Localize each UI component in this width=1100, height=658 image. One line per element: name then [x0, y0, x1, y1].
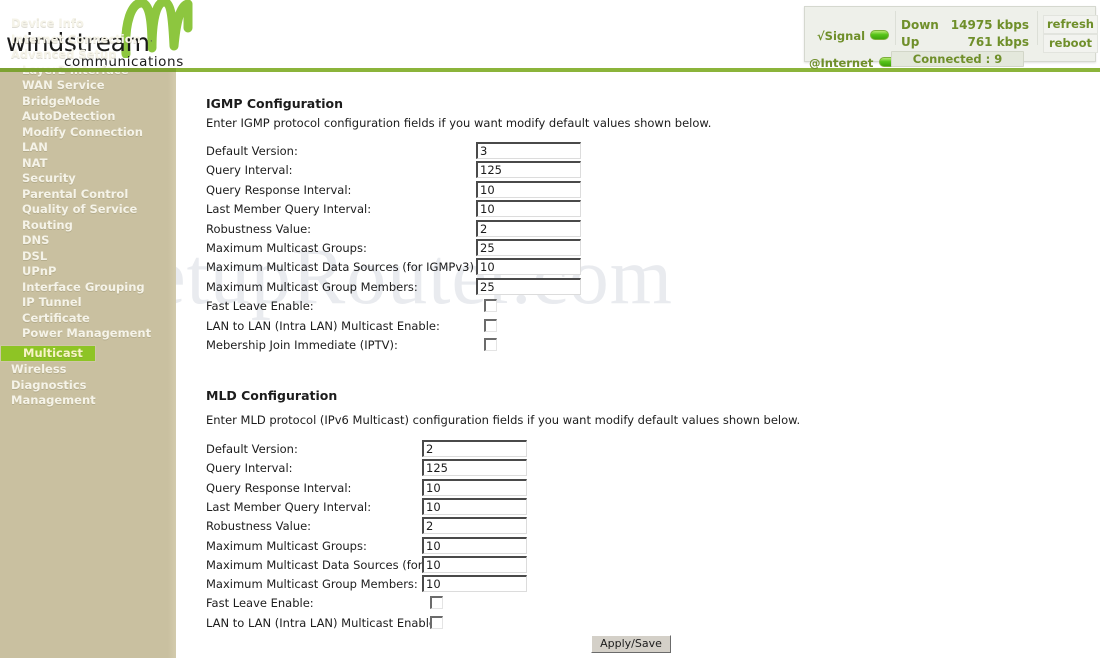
sidebar-item-device-info[interactable]: Device Info	[0, 16, 176, 32]
sidebar-item-management[interactable]: Management	[0, 393, 176, 409]
igmp-input-maximum-multicast-data-sources-for-igmpv3-1-24[interactable]	[476, 258, 581, 276]
sidebar-item-lan[interactable]: LAN	[0, 140, 176, 156]
field-label: Fast Leave Enable:	[206, 299, 314, 314]
apply-save-button[interactable]: Apply/Save	[591, 635, 671, 653]
sidebar-item-upnp[interactable]: UPnP	[0, 264, 176, 280]
igmp-input-robustness-value[interactable]	[476, 219, 581, 237]
sidebar-item-dsl[interactable]: DSL	[0, 249, 176, 265]
status-divider-2	[1037, 11, 1038, 45]
throughput-rates: Down 14975 kbps Up 761 kbps	[901, 17, 1029, 51]
mld-input-maximum-multicast-groups[interactable]	[422, 536, 527, 554]
field-label: Last Member Query Interval:	[206, 202, 372, 217]
mld-input-default-version[interactable]	[422, 440, 527, 457]
signal-led-icon	[870, 29, 890, 40]
field-label: Robustness Value:	[206, 519, 312, 534]
sidebar-item-autodetection[interactable]: AutoDetection	[0, 109, 176, 125]
igmp-input-query-interval[interactable]	[476, 161, 581, 179]
field-label: Default Version:	[206, 442, 298, 456]
sidebar-item-ip-tunnel[interactable]: IP Tunnel	[0, 295, 176, 311]
field-label: LAN to LAN (Intra LAN) Multicast Enable:	[206, 318, 440, 333]
downstream-label: Down	[901, 18, 939, 32]
upstream-rate-row: Up 761 kbps	[901, 34, 1029, 51]
igmp-checkbox-fast-leave-enable[interactable]	[484, 299, 497, 313]
field-label: LAN to LAN (Intra LAN) Multicast Enable:	[206, 615, 440, 630]
main-content: IGMP Configuration Enter IGMP protocol c…	[176, 72, 1100, 658]
sidebar-item-parental-control[interactable]: Parental Control	[0, 187, 176, 203]
upstream-value: 761 kbps	[967, 35, 1029, 49]
igmp-section-title: IGMP Configuration	[206, 96, 343, 111]
igmp-checkbox-mebership-join-immediate-iptv[interactable]	[484, 338, 497, 351]
upstream-label: Up	[901, 35, 920, 49]
igmp-input-maximum-multicast-groups[interactable]	[476, 239, 581, 256]
field-label: Default Version:	[206, 144, 298, 158]
mld-input-query-response-interval[interactable]	[422, 478, 527, 496]
signal-status: √Signal	[817, 25, 890, 44]
sidebar-nav: Device Info Internet Connection Advanced S…	[0, 16, 176, 409]
sidebar-item-advanced-setup[interactable]: Advanced Setup	[0, 47, 176, 63]
sidebar-item-nat[interactable]: NAT	[0, 156, 176, 172]
igmp-section-description: Enter IGMP protocol configuration fields…	[206, 116, 712, 130]
field-label: Maximum Multicast Groups:	[206, 241, 367, 255]
sidebar-item-wireless[interactable]: Wireless	[0, 362, 176, 378]
header-divider-shade	[0, 68, 176, 72]
field-label: Maximum Multicast Group Members:	[206, 279, 418, 294]
mld-input-query-interval[interactable]	[422, 459, 527, 477]
igmp-checkbox-lan-to-lan-intra-lan-multicast-enable[interactable]	[484, 318, 497, 332]
mld-input-maximum-multicast-group-members[interactable]	[422, 575, 527, 593]
igmp-input-maximum-multicast-group-members[interactable]	[476, 277, 581, 295]
field-label: Query Response Interval:	[206, 480, 352, 495]
sidebar-item-interface-grouping[interactable]: Interface Grouping	[0, 280, 176, 296]
sidebar-item-security[interactable]: Security	[0, 171, 176, 187]
sidebar-item-certificate[interactable]: Certificate	[0, 311, 176, 327]
field-label: Robustness Value:	[206, 221, 312, 236]
router-admin-page: setupRouter.com windstream. communicatio…	[0, 0, 1100, 658]
sidebar-item-quality-of-service[interactable]: Quality of Service	[0, 202, 176, 218]
sidebar-item-routing[interactable]: Routing	[0, 218, 176, 234]
mld-checkbox-fast-leave-enable[interactable]	[430, 596, 443, 610]
field-label: Query Interval:	[206, 461, 293, 476]
mld-input-maximum-multicast-data-sources-for-mldv3[interactable]	[422, 555, 527, 573]
sidebar-item-dns[interactable]: DNS	[0, 233, 176, 249]
field-label: Fast Leave Enable:	[206, 596, 314, 611]
connection-status-badge: Connected : 9	[891, 51, 1024, 67]
sidebar-item-bridgemode[interactable]: BridgeMode	[0, 94, 176, 110]
status-divider-1	[895, 11, 896, 45]
status-panel: √Signal @Internet Down 14975 kbps Up 761…	[804, 6, 1098, 70]
internet-status: @Internet	[809, 52, 898, 71]
refresh-button[interactable]: refresh	[1043, 15, 1098, 34]
sidebar-item-diagnostics[interactable]: Diagnostics	[0, 378, 176, 394]
mld-input-last-member-query-interval[interactable]	[422, 497, 527, 515]
field-label: Query Response Interval:	[206, 182, 352, 197]
sidebar-item-multicast[interactable]: Multicast	[0, 344, 96, 362]
field-label: Query Interval:	[206, 163, 293, 178]
igmp-input-default-version[interactable]	[476, 142, 581, 159]
reboot-button[interactable]: reboot	[1043, 34, 1098, 53]
downstream-rate-row: Down 14975 kbps	[901, 17, 1029, 34]
field-label: Last Member Query Interval:	[206, 499, 372, 514]
igmp-input-last-member-query-interval[interactable]	[476, 200, 581, 218]
field-label: Mebership Join Immediate (IPTV):	[206, 338, 398, 352]
mld-section-title: MLD Configuration	[206, 388, 338, 403]
sidebar-item-power-management[interactable]: Power Management	[0, 326, 176, 342]
mld-checkbox-lan-to-lan-intra-lan-multicast-enable[interactable]	[430, 615, 443, 629]
sidebar-item-wan-service[interactable]: WAN Service	[0, 78, 176, 94]
status-panel-tail	[195, 40, 300, 62]
mld-input-robustness-value[interactable]	[422, 517, 527, 535]
sidebar-item-internet-connection[interactable]: Internet Connection	[0, 32, 176, 48]
downstream-value: 14975 kbps	[950, 18, 1029, 32]
field-label: Maximum Multicast Groups:	[206, 538, 367, 553]
mld-section-description: Enter MLD protocol (IPv6 Multicast) conf…	[206, 413, 801, 427]
field-label: Maximum Multicast Group Members:	[206, 577, 418, 592]
igmp-input-query-response-interval[interactable]	[476, 180, 581, 198]
signal-label: √Signal	[817, 29, 866, 43]
sidebar-item-modify-connection[interactable]: Modify Connection	[0, 125, 176, 141]
internet-label: @Internet	[809, 56, 874, 70]
